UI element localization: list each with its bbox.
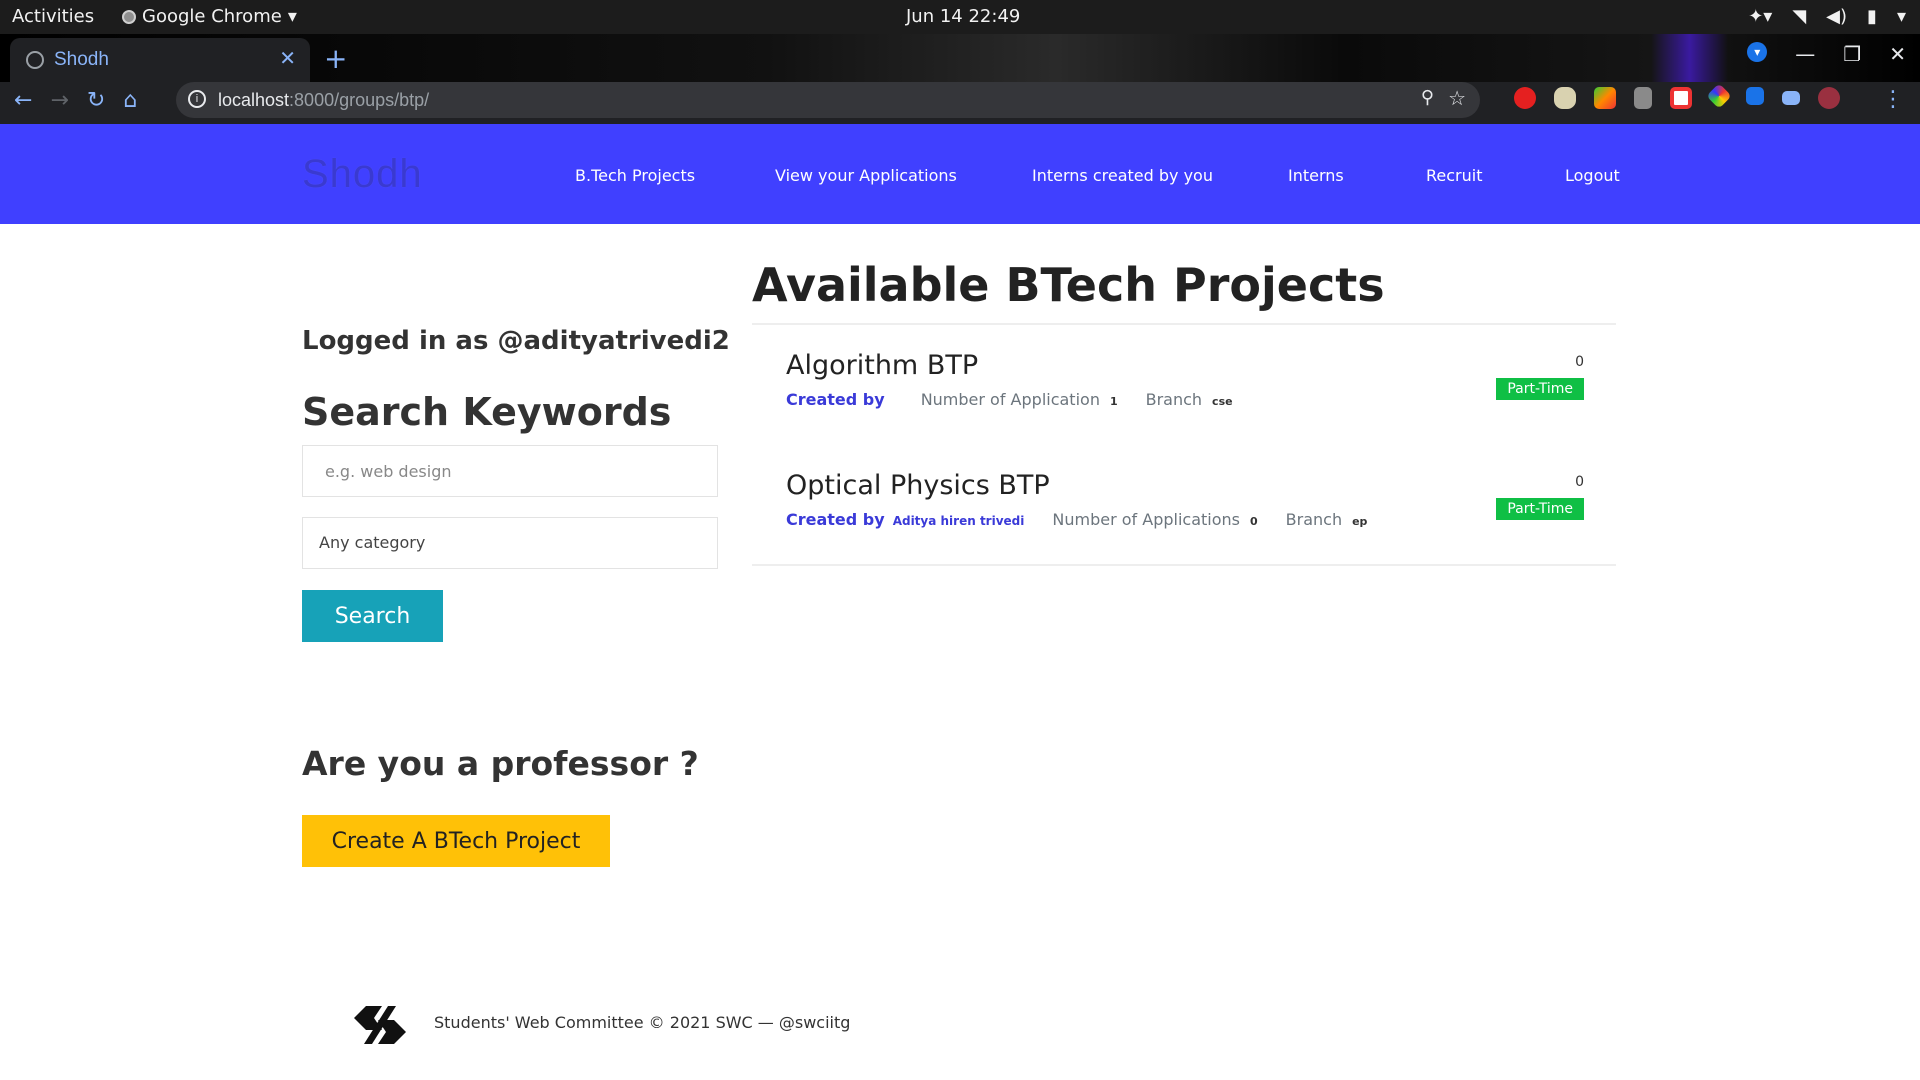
status-badge: Part-Time bbox=[1496, 498, 1584, 520]
system-top-bar: Activities Google Chrome ▾ Jun 14 22:49 … bbox=[0, 0, 1920, 34]
close-window-icon[interactable]: ✕ bbox=[1889, 42, 1906, 66]
logged-in-label: Logged in as @adityatrivedi2 bbox=[302, 326, 730, 356]
extension-square-icon[interactable] bbox=[1670, 87, 1692, 109]
nav-recruit[interactable]: Recruit bbox=[1426, 166, 1482, 185]
category-select[interactable]: Any category bbox=[302, 517, 718, 569]
wifi-icon: ◥ bbox=[1792, 6, 1807, 27]
keyword-search-input[interactable] bbox=[302, 445, 718, 497]
project-card[interactable]: Optical Physics BTP Created by Aditya hi… bbox=[752, 468, 1616, 578]
app-menu-label: Google Chrome bbox=[142, 6, 282, 27]
nav-btech-projects[interactable]: B.Tech Projects bbox=[575, 166, 695, 185]
extension-chart-icon[interactable] bbox=[1634, 87, 1652, 109]
created-by-label: Created by bbox=[786, 510, 885, 529]
creator-name[interactable]: Aditya hiren trivedi bbox=[893, 514, 1025, 528]
caret-down-icon: ▾ bbox=[287, 6, 297, 27]
extension-color-icon[interactable] bbox=[1706, 83, 1732, 109]
project-count: 0 bbox=[1575, 354, 1584, 370]
home-icon[interactable]: ⌂ bbox=[123, 88, 137, 113]
bookmark-star-icon[interactable]: ☆ bbox=[1448, 86, 1466, 111]
system-menu-caret-icon[interactable]: ▾ bbox=[1897, 6, 1906, 27]
system-tray[interactable]: ✦▾ ◥ ◀) ▮ ▾ bbox=[1748, 6, 1906, 27]
created-by-label: Created by bbox=[786, 390, 885, 409]
applications-label: Number of Application bbox=[920, 390, 1100, 409]
chrome-icon bbox=[122, 9, 136, 24]
restore-icon[interactable]: ❐ bbox=[1843, 42, 1861, 66]
app-menu[interactable]: Google Chrome ▾ bbox=[122, 6, 297, 27]
browser-menu-icon[interactable]: ⋮ bbox=[1882, 87, 1904, 112]
new-tab-icon[interactable]: + bbox=[324, 42, 347, 75]
volume-icon: ◀) bbox=[1826, 6, 1848, 27]
project-title[interactable]: Algorithm BTP bbox=[786, 350, 978, 381]
search-button[interactable]: Search bbox=[302, 590, 443, 642]
page-title: Available BTech Projects bbox=[752, 258, 1385, 312]
project-card[interactable]: Algorithm BTP Created by Number of Appli… bbox=[752, 348, 1616, 458]
close-tab-icon[interactable]: ✕ bbox=[279, 46, 296, 71]
clock[interactable]: Jun 14 22:49 bbox=[906, 6, 1020, 27]
branch-label: Branch bbox=[1285, 510, 1343, 529]
reload-icon[interactable]: ↻ bbox=[87, 88, 105, 113]
back-icon[interactable]: ← bbox=[14, 88, 32, 113]
extensions-bar bbox=[1514, 83, 1840, 109]
tab-title: Shodh bbox=[54, 49, 109, 70]
address-bar[interactable]: i localhost:8000/groups/btp/ ⚲ ☆ bbox=[176, 82, 1480, 118]
status-badge: Part-Time bbox=[1496, 378, 1584, 400]
site-logo[interactable]: Shodh bbox=[302, 152, 423, 197]
project-title[interactable]: Optical Physics BTP bbox=[786, 470, 1050, 501]
accessibility-icon[interactable]: ✦▾ bbox=[1748, 6, 1772, 27]
applications-count: 1 bbox=[1109, 395, 1118, 408]
swc-logo-icon bbox=[354, 1006, 406, 1044]
window-controls: ▾ — ❐ ✕ bbox=[1747, 42, 1906, 66]
professor-heading: Are you a professor ? bbox=[302, 744, 699, 783]
globe-icon bbox=[26, 51, 44, 69]
browser-tab[interactable]: Shodh ✕ bbox=[10, 38, 310, 82]
url-path: :8000/groups/btp/ bbox=[289, 90, 430, 110]
project-count: 0 bbox=[1575, 474, 1584, 490]
project-meta: Created by Aditya hiren trivedi Number o… bbox=[786, 510, 1367, 529]
extension-palette-icon[interactable] bbox=[1594, 87, 1616, 109]
forward-icon[interactable]: → bbox=[50, 88, 68, 113]
minimize-icon[interactable]: — bbox=[1795, 42, 1815, 66]
nav-interns-created[interactable]: Interns created by you bbox=[1032, 166, 1213, 185]
browser-tab-strip: Shodh ✕ + ▾ — ❐ ✕ bbox=[0, 34, 1920, 82]
activities-button[interactable]: Activities bbox=[12, 6, 94, 27]
info-icon[interactable]: i bbox=[188, 90, 206, 108]
nav-logout[interactable]: Logout bbox=[1565, 166, 1620, 185]
applications-label: Number of Applications bbox=[1052, 510, 1240, 529]
extension-cup-icon[interactable] bbox=[1554, 87, 1576, 109]
branch-label: Branch bbox=[1145, 390, 1203, 409]
tab-search-icon[interactable]: ▾ bbox=[1747, 42, 1768, 62]
profile-avatar-icon[interactable] bbox=[1818, 87, 1840, 109]
browser-nav: ← → ↻ ⌂ bbox=[14, 88, 137, 113]
browser-toolbar: ← → ↻ ⌂ i localhost:8000/groups/btp/ ⚲ ☆… bbox=[0, 82, 1920, 124]
extensions-puzzle-icon[interactable] bbox=[1746, 87, 1764, 105]
nav-view-applications[interactable]: View your Applications bbox=[775, 166, 957, 185]
search-keywords-heading: Search Keywords bbox=[302, 390, 672, 434]
extension-stop-icon[interactable] bbox=[1514, 87, 1536, 109]
create-btech-project-button[interactable]: Create A BTech Project bbox=[302, 815, 610, 867]
project-meta: Created by Number of Application 1 Branc… bbox=[786, 390, 1233, 409]
site-navbar: Shodh B.Tech Projects View your Applicat… bbox=[0, 124, 1920, 224]
divider bbox=[752, 564, 1616, 566]
divider bbox=[752, 323, 1616, 325]
battery-icon: ▮ bbox=[1867, 6, 1877, 27]
branch-value: ep bbox=[1352, 515, 1368, 528]
footer-text: Students' Web Committee © 2021 SWC — @sw… bbox=[434, 1013, 851, 1032]
applications-count: 0 bbox=[1250, 515, 1258, 528]
zoom-icon[interactable]: ⚲ bbox=[1421, 87, 1434, 108]
url-text[interactable]: localhost:8000/groups/btp/ bbox=[218, 90, 429, 111]
nav-interns[interactable]: Interns bbox=[1288, 166, 1344, 185]
reading-list-icon[interactable] bbox=[1782, 91, 1800, 105]
url-host: localhost bbox=[218, 90, 290, 110]
branch-value: cse bbox=[1212, 395, 1233, 408]
